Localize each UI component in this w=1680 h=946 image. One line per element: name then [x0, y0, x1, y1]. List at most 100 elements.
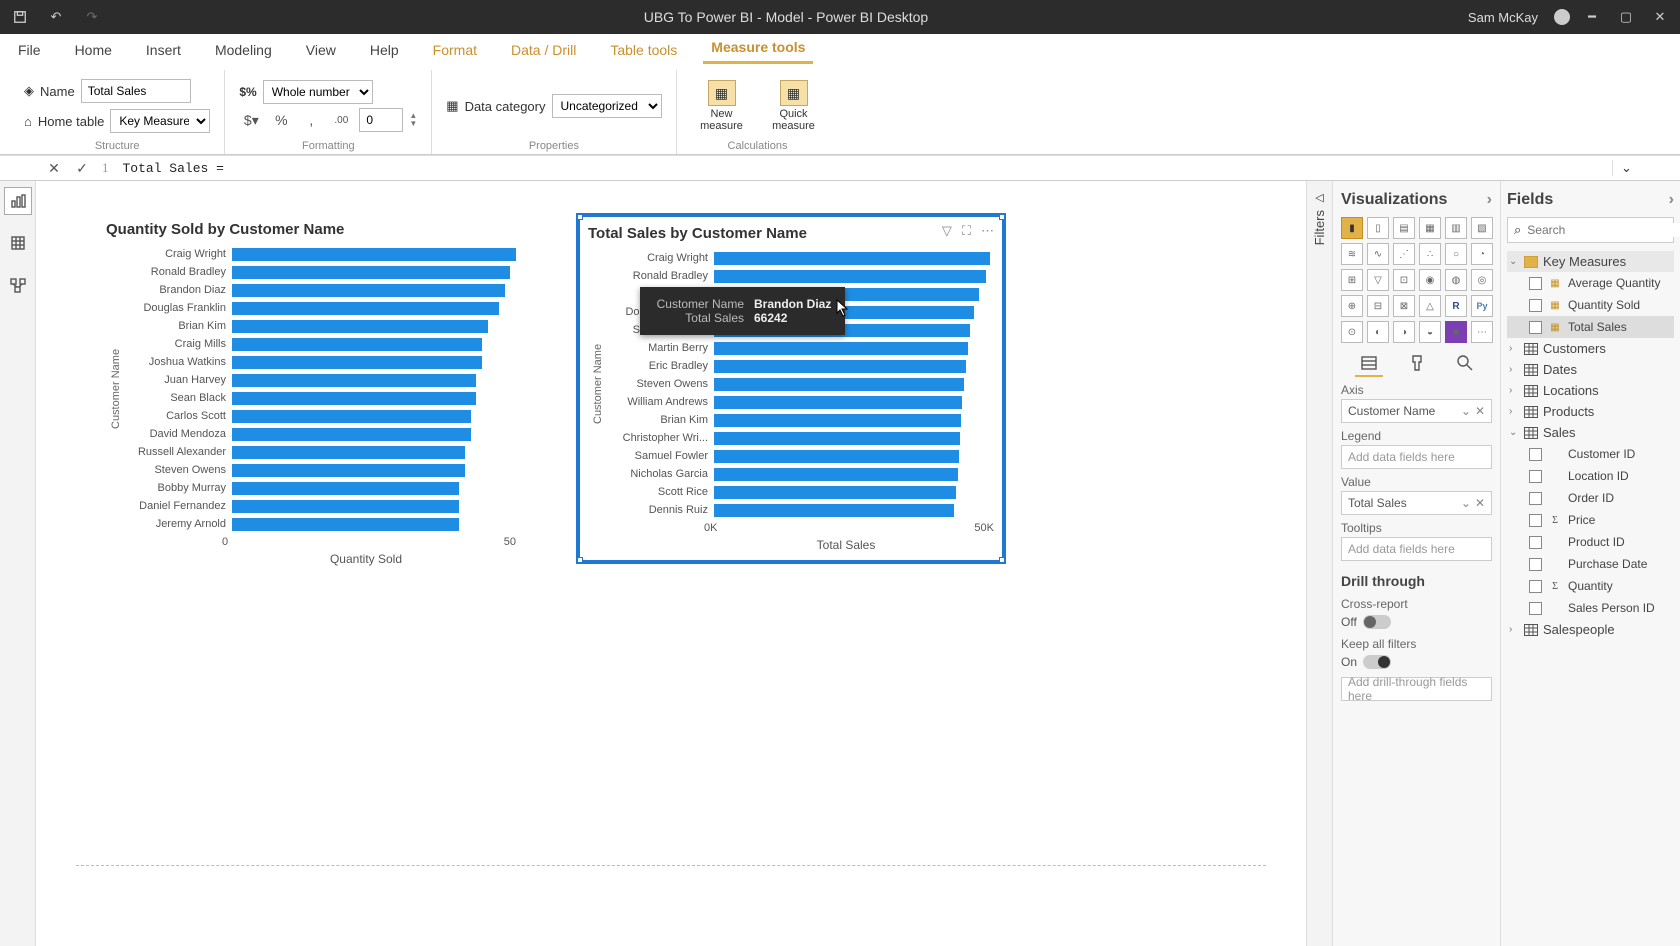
bar-row[interactable]: Ronald Bradley	[604, 268, 994, 284]
bar[interactable]	[232, 500, 459, 513]
field-purchase-date[interactable]: Purchase Date	[1507, 553, 1674, 575]
spinner-down[interactable]: ▼	[409, 120, 417, 128]
viz-type-18[interactable]: ⊕	[1341, 295, 1363, 317]
bar[interactable]	[714, 396, 962, 409]
bar[interactable]	[232, 482, 459, 495]
comma-button[interactable]: ,	[299, 108, 323, 132]
ribbon-tab-file[interactable]: File	[10, 36, 49, 64]
field-checkbox[interactable]	[1529, 321, 1542, 334]
table-dates[interactable]: ›Dates	[1507, 359, 1674, 380]
data-view-icon[interactable]	[4, 229, 32, 257]
bar[interactable]	[714, 252, 990, 265]
viz-type-23[interactable]: Py	[1471, 295, 1493, 317]
bar[interactable]	[232, 374, 476, 387]
field-checkbox[interactable]	[1529, 536, 1542, 549]
field-price[interactable]: ΣPrice	[1507, 509, 1674, 531]
bar[interactable]	[714, 504, 954, 517]
bar[interactable]	[714, 360, 966, 373]
bar-row[interactable]: Bobby Murray	[122, 480, 516, 496]
bar-row[interactable]: Samuel Fowler	[604, 448, 994, 464]
viz-type-1[interactable]: ▯	[1367, 217, 1389, 239]
viz-type-9[interactable]: ∴	[1419, 243, 1441, 265]
field-checkbox[interactable]	[1529, 602, 1542, 615]
viz-type-26[interactable]: ◑	[1393, 321, 1415, 343]
viz-type-12[interactable]: ⊞	[1341, 269, 1363, 291]
bar[interactable]	[714, 342, 968, 355]
bar[interactable]	[232, 410, 471, 423]
cross-report-toggle[interactable]	[1363, 615, 1391, 629]
bar[interactable]	[714, 432, 960, 445]
tooltips-well[interactable]: Add data fields here	[1341, 537, 1492, 561]
bar[interactable]	[714, 378, 964, 391]
visual-quantity-sold[interactable]: Quantity Sold by Customer Name Customer …	[106, 221, 516, 566]
field-product-id[interactable]: Product ID	[1507, 531, 1674, 553]
visual-total-sales[interactable]: ▽ ⛶ ⋯ Total Sales by Customer Name Custo…	[576, 213, 1006, 564]
ribbon-tab-table-tools[interactable]: Table tools	[602, 36, 685, 64]
bar-row[interactable]: Brandon Diaz	[122, 282, 516, 298]
bar-row[interactable]: Brian Kim	[604, 412, 994, 428]
bar-row[interactable]: Daniel Fernandez	[122, 498, 516, 514]
viz-type-2[interactable]: ▤	[1393, 217, 1415, 239]
fields-search[interactable]: ⌕	[1507, 217, 1674, 243]
bar[interactable]	[714, 486, 956, 499]
viz-type-19[interactable]: ⊟	[1367, 295, 1389, 317]
table-key-measures[interactable]: ⌄Key Measures	[1507, 251, 1674, 272]
bar[interactable]	[232, 338, 482, 351]
viz-type-14[interactable]: ⊡	[1393, 269, 1415, 291]
bar-row[interactable]: Brian Kim	[122, 318, 516, 334]
model-view-icon[interactable]	[4, 271, 32, 299]
field-checkbox[interactable]	[1529, 558, 1542, 571]
field-average-quantity[interactable]: ▦Average Quantity	[1507, 272, 1674, 294]
bar[interactable]	[232, 248, 516, 261]
field-checkbox[interactable]	[1529, 492, 1542, 505]
chevron-icon[interactable]: ›	[1509, 343, 1519, 354]
user-avatar[interactable]	[1554, 9, 1570, 25]
bar-row[interactable]: Scott Rice	[604, 484, 994, 500]
ribbon-tab-view[interactable]: View	[298, 36, 344, 64]
decimal-button[interactable]: .00	[329, 108, 353, 132]
field-order-id[interactable]: Order ID	[1507, 487, 1674, 509]
bar-row[interactable]: Carlos Scott	[122, 408, 516, 424]
bar-row[interactable]: Dennis Ruiz	[604, 502, 994, 518]
home-table-select[interactable]: Key Measures	[110, 109, 210, 133]
bar-row[interactable]: William Andrews	[604, 394, 994, 410]
field-checkbox[interactable]	[1529, 514, 1542, 527]
bar-row[interactable]: Steven Owens	[122, 462, 516, 478]
redo-icon[interactable]: ↷	[80, 5, 104, 29]
viz-type-17[interactable]: ◎	[1471, 269, 1493, 291]
bar-row[interactable]: Joshua Watkins	[122, 354, 516, 370]
chevron-icon[interactable]: ›	[1509, 624, 1519, 635]
formula-cancel-icon[interactable]: ✕	[40, 157, 68, 179]
focus-icon[interactable]: ⛶	[962, 223, 971, 239]
formula-commit-icon[interactable]: ✓	[68, 157, 96, 179]
viz-type-25[interactable]: ◐	[1367, 321, 1389, 343]
format-tab-icon[interactable]	[1403, 351, 1431, 377]
viz-type-8[interactable]: ⋰	[1393, 243, 1415, 265]
analytics-tab-icon[interactable]	[1451, 351, 1479, 377]
axis-chevron-icon[interactable]: ⌄	[1461, 404, 1471, 418]
viz-type-16[interactable]: ◍	[1445, 269, 1467, 291]
field-checkbox[interactable]	[1529, 299, 1542, 312]
axis-remove-icon[interactable]: ✕	[1475, 404, 1485, 418]
ribbon-tab-modeling[interactable]: Modeling	[207, 36, 280, 64]
viz-type-11[interactable]: ◔	[1471, 243, 1493, 265]
viz-type-29[interactable]: ⋯	[1471, 321, 1493, 343]
chevron-icon[interactable]: ⌄	[1509, 427, 1519, 438]
data-category-select[interactable]: Uncategorized	[552, 94, 662, 118]
formula-expand-icon[interactable]: ⌄	[1612, 160, 1640, 176]
table-products[interactable]: ›Products	[1507, 401, 1674, 422]
bar-row[interactable]: Russell Alexander	[122, 444, 516, 460]
bar[interactable]	[714, 468, 958, 481]
field-total-sales[interactable]: ▦Total Sales	[1507, 316, 1674, 338]
bar-row[interactable]: David Mendoza	[122, 426, 516, 442]
bar[interactable]	[232, 428, 471, 441]
format-select[interactable]: Whole number	[263, 80, 373, 104]
bar-row[interactable]: Craig Mills	[122, 336, 516, 352]
legend-well[interactable]: Add data fields here	[1341, 445, 1492, 469]
bar-row[interactable]: Jeremy Arnold	[122, 516, 516, 532]
user-name[interactable]: Sam McKay	[1468, 10, 1538, 25]
table-locations[interactable]: ›Locations	[1507, 380, 1674, 401]
formula-text[interactable]: Total Sales =	[115, 161, 1613, 176]
minimize-icon[interactable]: ━	[1580, 5, 1604, 29]
field-checkbox[interactable]	[1529, 448, 1542, 461]
